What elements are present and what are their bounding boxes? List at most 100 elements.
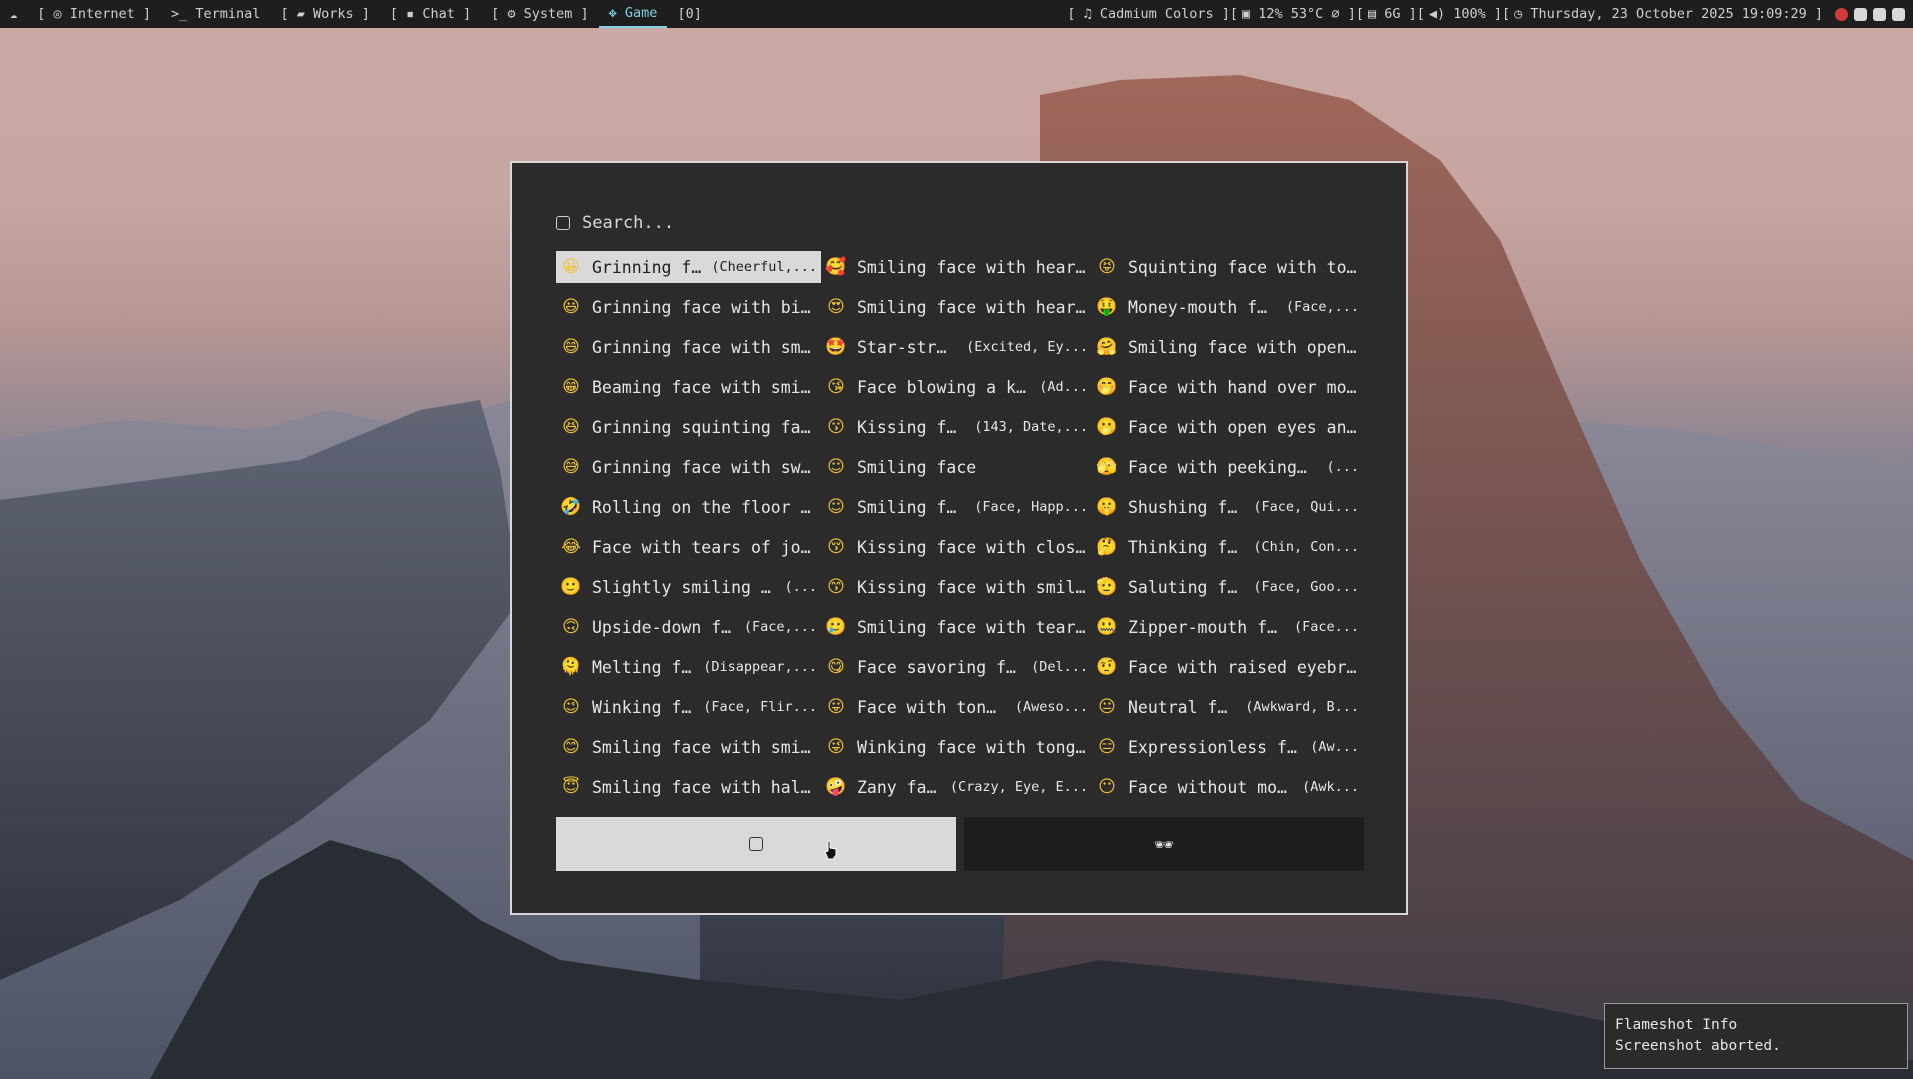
emoji-item[interactable]: 😀 Grinning face (Cheerful,...	[556, 251, 821, 283]
emoji-item[interactable]: 😇 Smiling face with halo...	[556, 771, 821, 803]
emoji-item[interactable]: 🤭 Face with hand over mo...	[1092, 371, 1363, 403]
emoji-glyph: 🫣	[1096, 457, 1118, 477]
emoji-glyph: ☺	[827, 457, 845, 477]
emoji-name: Smiling face with tear...	[857, 617, 1088, 637]
emoji-name: Grinning face with big...	[592, 297, 817, 317]
emoji-glyph: 😍	[827, 297, 845, 317]
emoji-item[interactable]: 🤣 Rolling on the floor l...	[556, 491, 821, 523]
emoji-keywords: (143, Date,...	[974, 419, 1088, 435]
workspace-game[interactable]: ✥ Game	[598, 0, 668, 28]
emoji-item[interactable]: 😄 Grinning face with smi...	[556, 331, 821, 363]
emoji-name: Smiling face	[857, 497, 964, 517]
emoji-item[interactable]: 😆 Grinning squinting fac...	[556, 411, 821, 443]
cloud-icon[interactable]: ☁	[0, 0, 27, 28]
emoji-name: Face with peeking eye	[1128, 457, 1317, 477]
emoji-item[interactable]: 🙃 Upside-down face (Face,...	[556, 611, 821, 643]
emoji-item[interactable]: 😛 Face with tongue (Aweso...	[821, 691, 1092, 723]
emoji-keywords: (Chin, Con...	[1253, 539, 1359, 555]
emoji-name: Neutral face	[1128, 697, 1235, 717]
emoji-keywords: (Crazy, Eye, E...	[949, 779, 1088, 795]
emoji-item[interactable]: ☺ Smiling face	[821, 451, 1092, 483]
emoji-glyph: 🙂	[560, 577, 582, 597]
emoji-item[interactable]: 😂 Face with tears of joy...	[556, 531, 821, 563]
emoji-item[interactable]: 🤫 Shushing face (Face, Qui...	[1092, 491, 1363, 523]
emoji-item[interactable]: 😗 Kissing face (143, Date,...	[821, 411, 1092, 443]
window-icon[interactable]	[1873, 7, 1886, 21]
emoji-item[interactable]: 🤑 Money-mouth face (Face,...	[1092, 291, 1363, 323]
emoji-item[interactable]: 🤐 Zipper-mouth face (Face...	[1092, 611, 1363, 643]
tab-kaomoji[interactable]: 🕶	[964, 817, 1364, 871]
emoji-name: Face with hand over mo...	[1128, 377, 1359, 397]
emoji-item[interactable]: 😐 Neutral face (Awkward, B...	[1092, 691, 1363, 723]
cpu-status: ▣ 12% 53°C ⌀ ][	[1242, 6, 1364, 22]
emoji-item[interactable]: 😙 Kissing face with smil...	[821, 571, 1092, 603]
emoji-glyph: 🫡	[1096, 577, 1118, 597]
emoji-name: Melting face	[592, 657, 693, 677]
emoji-keywords: (...	[784, 579, 817, 595]
emoji-name: Shushing face	[1128, 497, 1243, 517]
search-input[interactable]	[582, 213, 1282, 233]
workspace-zero[interactable]: [0]	[667, 0, 711, 28]
emoji-keywords: (Cheerful,...	[711, 259, 817, 275]
emoji-keywords: (Face, Flir...	[703, 699, 817, 715]
emoji-item[interactable]: 😍 Smiling face with hear...	[821, 291, 1092, 323]
emoji-item[interactable]: 😜 Winking face with tong...	[821, 731, 1092, 763]
workspace-list: ☁ [ ◎ Internet ] >_ Terminal [ ▰ Works ]…	[0, 0, 712, 28]
emoji-glyph: 😝	[1098, 257, 1116, 277]
emoji-item[interactable]: 😚 Kissing face with clos...	[821, 531, 1092, 563]
workspace-terminal[interactable]: >_ Terminal	[161, 0, 270, 28]
emoji-glyph: 😚	[827, 537, 845, 557]
emoji-item[interactable]: 🥰 Smiling face with hear...	[821, 251, 1092, 283]
emoji-item[interactable]: 😊 Smiling face with smil...	[556, 731, 821, 763]
screen-icon[interactable]	[1892, 7, 1905, 21]
emoji-keywords: (Aw...	[1310, 739, 1359, 755]
emoji-name: Smiling face with halo...	[592, 777, 817, 797]
emoji-glyph: 😀	[562, 257, 580, 277]
emoji-glyph: 🤐	[1096, 617, 1118, 637]
emoji-keywords: (Aweso...	[1014, 699, 1088, 715]
emoji-item[interactable]: 🙂 Slightly smiling face (...	[556, 571, 821, 603]
tab-emoji[interactable]	[556, 817, 956, 871]
emoji-item[interactable]: 😋 Face savoring food (Del...	[821, 651, 1092, 683]
emoji-item[interactable]: 🤪 Zany face (Crazy, Eye, E...	[821, 771, 1092, 803]
discord-icon[interactable]	[1854, 7, 1867, 21]
emoji-item[interactable]: 😑 Expressionless face (Aw...	[1092, 731, 1363, 763]
emoji-item[interactable]: 😉 Winking face (Face, Flir...	[556, 691, 821, 723]
emoji-item[interactable]: 🤩 Star-struck (Excited, Ey...	[821, 331, 1092, 363]
emoji-item[interactable]: 🫠 Melting face (Disappear,...	[556, 651, 821, 683]
emoji-name: Winking face with tong...	[857, 737, 1088, 757]
emoji-item[interactable]: 😃 Grinning face with big...	[556, 291, 821, 323]
emoji-item[interactable]: 🫡 Saluting face (Face, Goo...	[1092, 571, 1363, 603]
music-status[interactable]: [ ♫ Cadmium Colors ][	[1065, 0, 1240, 28]
emoji-name: Grinning squinting fac...	[592, 417, 817, 437]
emoji-glyph: 😁	[562, 377, 580, 397]
emoji-item[interactable]: 🫢 Face with open eyes an...	[1092, 411, 1363, 443]
status-area: [ ♫ Cadmium Colors ][ ▣ 12% 53°C ⌀ ][ ▤ …	[1065, 0, 1913, 28]
emoji-glyph: 😇	[562, 777, 580, 797]
emoji-item[interactable]: 🫣 Face with peeking eye (...	[1092, 451, 1363, 483]
emoji-item[interactable]: 😶 Face without mouth (Awk...	[1092, 771, 1363, 803]
emoji-item[interactable]: 🥲 Smiling face with tear...	[821, 611, 1092, 643]
workspace-chat[interactable]: [ ▪ Chat ]	[380, 0, 481, 28]
emoji-grid: 😀 Grinning face (Cheerful,... 🥰 Smiling face…	[556, 247, 1376, 807]
emoji-item[interactable]: 😅 Grinning face with swe...	[556, 451, 821, 483]
workspace-system[interactable]: [ ⚙ System ]	[481, 0, 599, 28]
emoji-item[interactable]: ☺ Smiling face (Face, Happ...	[821, 491, 1092, 523]
notification-toast[interactable]: Flameshot Info Screenshot aborted.	[1604, 1003, 1908, 1069]
emoji-item[interactable]: 😁 Beaming face with smil...	[556, 371, 821, 403]
emoji-glyph: 😛	[827, 697, 845, 717]
emoji-glyph: 🤩	[825, 337, 847, 357]
emoji-name: Grinning face	[592, 257, 702, 277]
workspace-internet[interactable]: [ ◎ Internet ]	[27, 0, 161, 28]
workspace-works[interactable]: [ ▰ Works ]	[270, 0, 379, 28]
emoji-glyph: 🫢	[1096, 417, 1118, 437]
emoji-item[interactable]: 😘 Face blowing a kiss (Ad...	[821, 371, 1092, 403]
emoji-name: Money-mouth face	[1128, 297, 1276, 317]
tray-app-icon[interactable]	[1835, 7, 1848, 21]
emoji-item[interactable]: 🤗 Smiling face with open...	[1092, 331, 1363, 363]
emoji-item[interactable]: 🤔 Thinking face (Chin, Con...	[1092, 531, 1363, 563]
search-bar	[556, 211, 1366, 235]
volume-status[interactable]: ◀) 100% ][	[1427, 0, 1512, 28]
emoji-item[interactable]: 🤨 Face with raised eyebr...	[1092, 651, 1363, 683]
emoji-item[interactable]: 😝 Squinting face with to...	[1092, 251, 1363, 283]
